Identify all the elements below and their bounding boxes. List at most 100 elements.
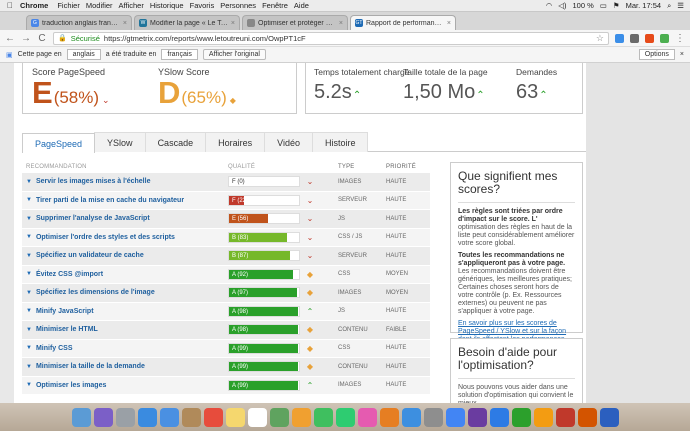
tab-yslow[interactable]: YSlow <box>94 132 146 152</box>
browser-tab[interactable]: WModifier la page « Le Tout Réunis »× <box>134 15 240 30</box>
pages-icon[interactable] <box>533 407 553 427</box>
search-icon[interactable]: ⌕ <box>667 1 671 11</box>
browser-tab[interactable]: Gtraduction anglais français - Google× <box>26 15 132 30</box>
close-tab-icon[interactable]: × <box>123 20 127 27</box>
chrome-icon[interactable] <box>445 407 465 427</box>
contacts-icon[interactable] <box>181 407 201 427</box>
maps-icon[interactable] <box>269 407 289 427</box>
menu-afficher[interactable]: Afficher <box>119 1 150 10</box>
url-field[interactable]: 🔒 Sécurisé https://gtmetrix.com/reports/… <box>53 31 609 45</box>
extension-icon[interactable] <box>660 33 669 43</box>
table-row[interactable]: ▼ Minify CSS A (99) ◆ CSS HAUTE <box>22 339 430 358</box>
show-original-button[interactable]: Afficher l'original <box>202 49 266 60</box>
safari-icon[interactable] <box>137 407 157 427</box>
expand-caret-icon[interactable]: ▼ <box>26 197 32 203</box>
photos-icon[interactable] <box>291 407 311 427</box>
numbers-icon[interactable] <box>511 407 531 427</box>
table-row[interactable]: ▼ Optimiser les images A (99) ⌃ IMAGES HAUTE <box>22 376 430 395</box>
recommendation-name[interactable]: Optimiser les images <box>36 382 106 389</box>
table-row[interactable]: ▼ Minimiser la taille de la demande A (99)… <box>22 358 430 377</box>
recommendation-name[interactable]: Spécifiez les dimensions de l'image <box>36 289 155 296</box>
tab-histoire[interactable]: Histoire <box>311 132 369 152</box>
extension-icon[interactable] <box>645 33 654 43</box>
expand-caret-icon[interactable]: ▼ <box>26 327 32 333</box>
menu-chrome[interactable]: Chrome <box>20 1 57 10</box>
table-row[interactable]: ▼ Spécifiez un validateur de cache B (87) ⌄… <box>22 247 430 266</box>
filezilla-icon[interactable] <box>555 407 575 427</box>
close-icon[interactable]: × <box>680 51 684 58</box>
options-select[interactable]: Options <box>638 49 675 60</box>
recommendation-name[interactable]: Spécifiez un validateur de cache <box>36 252 144 259</box>
expand-caret-icon[interactable]: ▼ <box>26 308 32 314</box>
extension-icon[interactable] <box>630 33 639 43</box>
appstore-icon[interactable] <box>401 407 421 427</box>
menu-favoris[interactable]: Favoris <box>190 1 221 10</box>
calendar-icon[interactable] <box>203 407 223 427</box>
imovie-icon[interactable] <box>467 407 487 427</box>
back-icon[interactable]: ← <box>5 33 15 44</box>
close-tab-icon[interactable]: × <box>231 20 235 27</box>
keynote-icon[interactable] <box>489 407 509 427</box>
menu-aide[interactable]: Aide <box>294 1 315 10</box>
menu-historique[interactable]: Historique <box>150 1 190 10</box>
expand-caret-icon[interactable]: ▼ <box>26 179 32 185</box>
menu-fichier[interactable]: Fichier <box>57 1 86 10</box>
table-row[interactable]: ▼ Optimiser l'ordre des styles et des scr… <box>22 228 430 247</box>
powerpoint-icon[interactable] <box>577 407 597 427</box>
table-row[interactable]: ▼ Servir les images mises à l'échelle F (0… <box>22 173 430 192</box>
table-row[interactable]: ▼ Minimiser le HTML A (98) ◆ CONTENU FAIBLE <box>22 321 430 340</box>
volume-icon[interactable]: ◁) <box>558 1 566 10</box>
table-row[interactable]: ▼ Spécifiez les dimensions de l'image A (9… <box>22 284 430 303</box>
expand-caret-icon[interactable]: ▼ <box>26 253 32 259</box>
battery-icon[interactable]: ▭ <box>600 1 607 10</box>
recommendation-name[interactable]: Servir les images mises à l'échelle <box>36 178 151 185</box>
close-tab-icon[interactable]: × <box>447 20 451 27</box>
battery-label[interactable]: 100 % <box>573 1 594 10</box>
recommendation-name[interactable]: Minify JavaScript <box>36 308 94 315</box>
mail-icon[interactable] <box>159 407 179 427</box>
recommendation-name[interactable]: Optimiser l'ordre des styles et des scri… <box>36 234 175 241</box>
recommendation-name[interactable]: Minify CSS <box>36 345 73 352</box>
clock[interactable]: Mar. 17:54 <box>626 1 661 10</box>
menu-personnes[interactable]: Personnes <box>220 1 262 10</box>
menu-list-icon[interactable]: ☰ <box>677 1 684 10</box>
word-icon[interactable] <box>599 407 619 427</box>
expand-caret-icon[interactable]: ▼ <box>26 345 32 351</box>
apple-icon[interactable]:  <box>0 1 20 10</box>
expand-caret-icon[interactable]: ▼ <box>26 234 32 240</box>
extension-icon[interactable] <box>615 33 624 43</box>
tab-cascade[interactable]: Cascade <box>144 132 207 152</box>
close-tab-icon[interactable]: × <box>339 20 343 27</box>
expand-caret-icon[interactable]: ▼ <box>26 382 32 388</box>
expand-caret-icon[interactable]: ▼ <box>26 364 32 370</box>
flag-icon[interactable]: ⚑ <box>613 1 620 10</box>
facetime-icon[interactable] <box>335 407 355 427</box>
table-row[interactable]: ▼ Minify JavaScript A (98) ⌃ JS HAUTE <box>22 302 430 321</box>
recommendation-name[interactable]: Minimiser la taille de la demande <box>36 363 145 370</box>
siri-icon[interactable] <box>93 407 113 427</box>
to-language-select[interactable]: français <box>161 49 198 60</box>
browser-tab[interactable]: GTRapport de performance le plus× <box>350 15 456 30</box>
notes-icon[interactable] <box>225 407 245 427</box>
forward-icon[interactable]: → <box>21 33 31 44</box>
messages-icon[interactable] <box>313 407 333 427</box>
tab-pagespeed[interactable]: PageSpeed <box>22 133 96 153</box>
tab-video[interactable]: Vidéo <box>264 132 313 152</box>
recommendation-name[interactable]: Minimiser le HTML <box>36 326 98 333</box>
expand-caret-icon[interactable]: ▼ <box>26 216 32 222</box>
table-row[interactable]: ▼ Tirer parti de la mise en cache du navi… <box>22 191 430 210</box>
ibooks-icon[interactable] <box>379 407 399 427</box>
reload-icon[interactable]: C <box>37 33 47 44</box>
recommendation-name[interactable]: Évitez CSS @import <box>36 271 103 278</box>
table-row[interactable]: ▼ Supprimer l'analyse de JavaScript E (56)… <box>22 210 430 229</box>
table-row[interactable]: ▼ Évitez CSS @import A (92) ◆ CSS MOYEN <box>22 265 430 284</box>
itunes-icon[interactable] <box>357 407 377 427</box>
launchpad-icon[interactable] <box>115 407 135 427</box>
menu-modifier[interactable]: Modifier <box>86 1 119 10</box>
finder-icon[interactable] <box>71 407 91 427</box>
recommendation-name[interactable]: Supprimer l'analyse de JavaScript <box>36 215 150 222</box>
tab-horaires[interactable]: Horaires <box>205 132 266 152</box>
recommendation-name[interactable]: Tirer parti de la mise en cache du navig… <box>36 197 184 204</box>
menu-fenetre[interactable]: Fenêtre <box>262 1 294 10</box>
preferences-icon[interactable] <box>423 407 443 427</box>
